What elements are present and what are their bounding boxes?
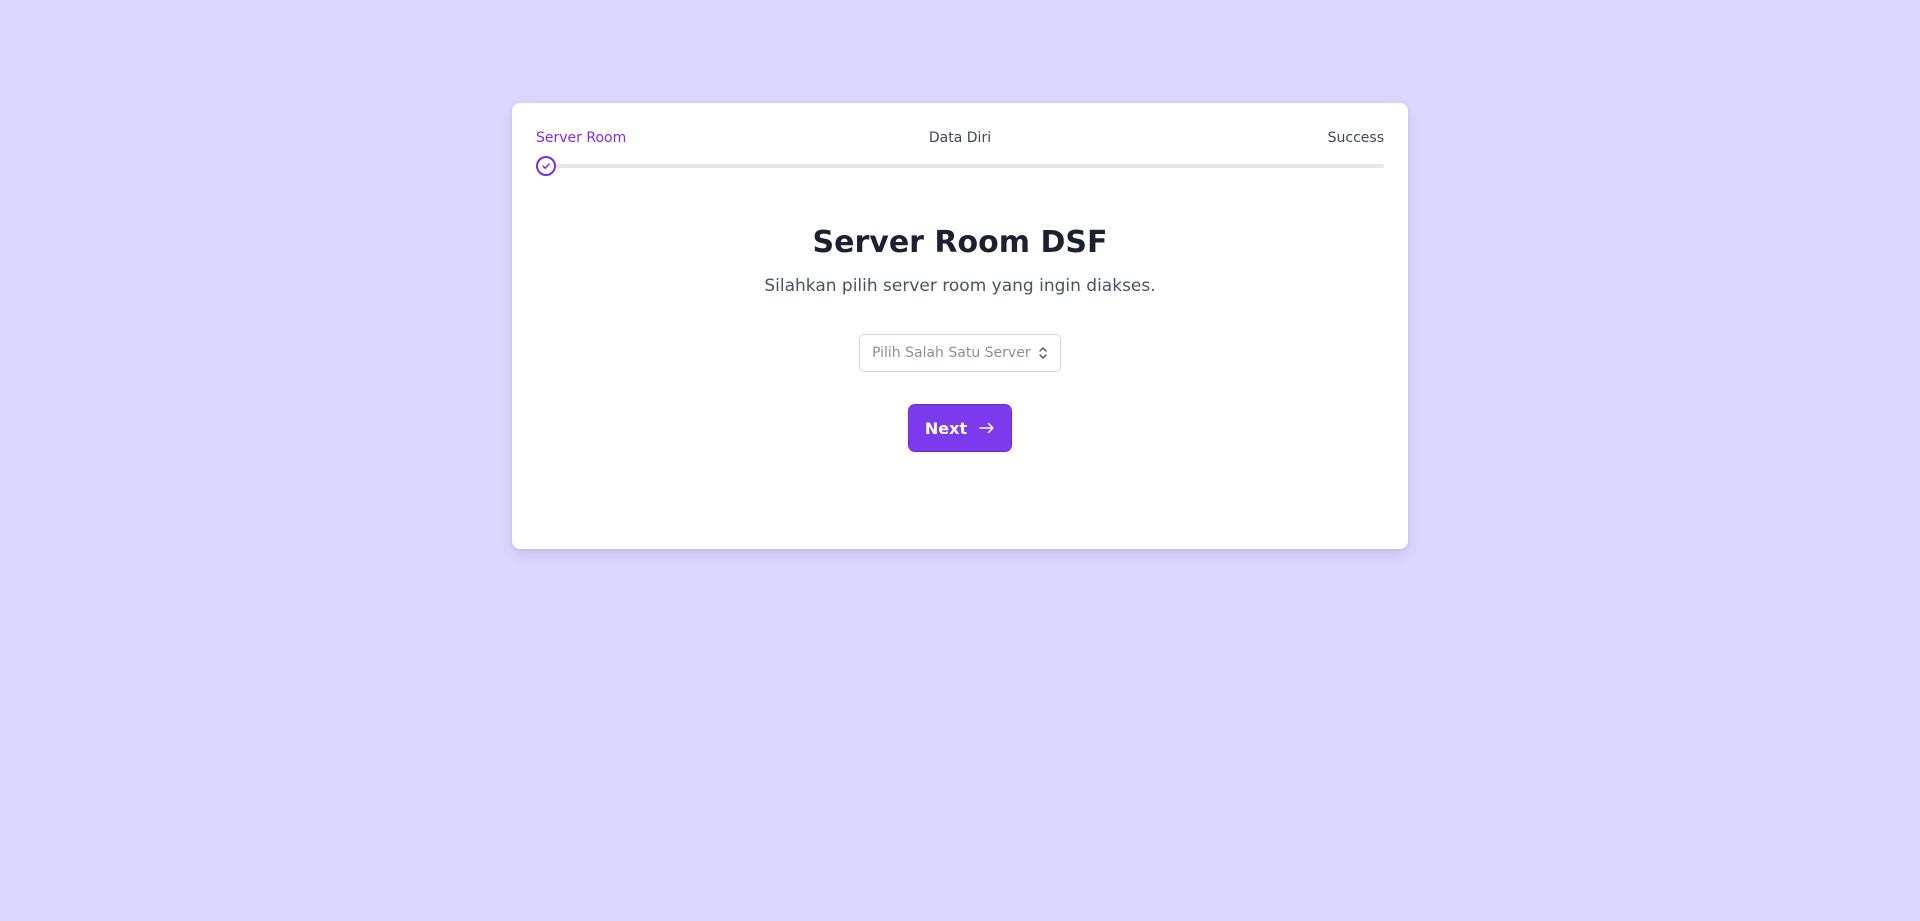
stepper: Server Room Data Diri Success — [536, 127, 1384, 176]
wizard-card: Server Room Data Diri Success Server Roo… — [512, 103, 1408, 549]
arrow-right-icon — [979, 419, 995, 438]
step-data-diri-label: Data Diri — [928, 130, 992, 146]
next-button-label: Next — [924, 418, 968, 438]
step-success-label: Success — [1327, 130, 1384, 146]
next-button[interactable]: Next — [908, 404, 1012, 452]
step-server-room-label: Server Room — [536, 130, 627, 146]
check-icon — [542, 163, 550, 169]
server-select-placeholder: Pilih Salah Satu Server — [872, 345, 1031, 361]
page-subtitle: Silahkan pilih server room yang ingin di… — [764, 276, 1156, 296]
page-title: Server Room DSF — [812, 225, 1108, 260]
chevron-up-down-icon — [1038, 346, 1048, 360]
main-content: Server Room DSF Silahkan pilih server ro… — [512, 223, 1408, 452]
progress-track — [536, 164, 1384, 168]
step-indicator — [536, 156, 556, 176]
server-select[interactable]: Pilih Salah Satu Server — [859, 334, 1061, 372]
